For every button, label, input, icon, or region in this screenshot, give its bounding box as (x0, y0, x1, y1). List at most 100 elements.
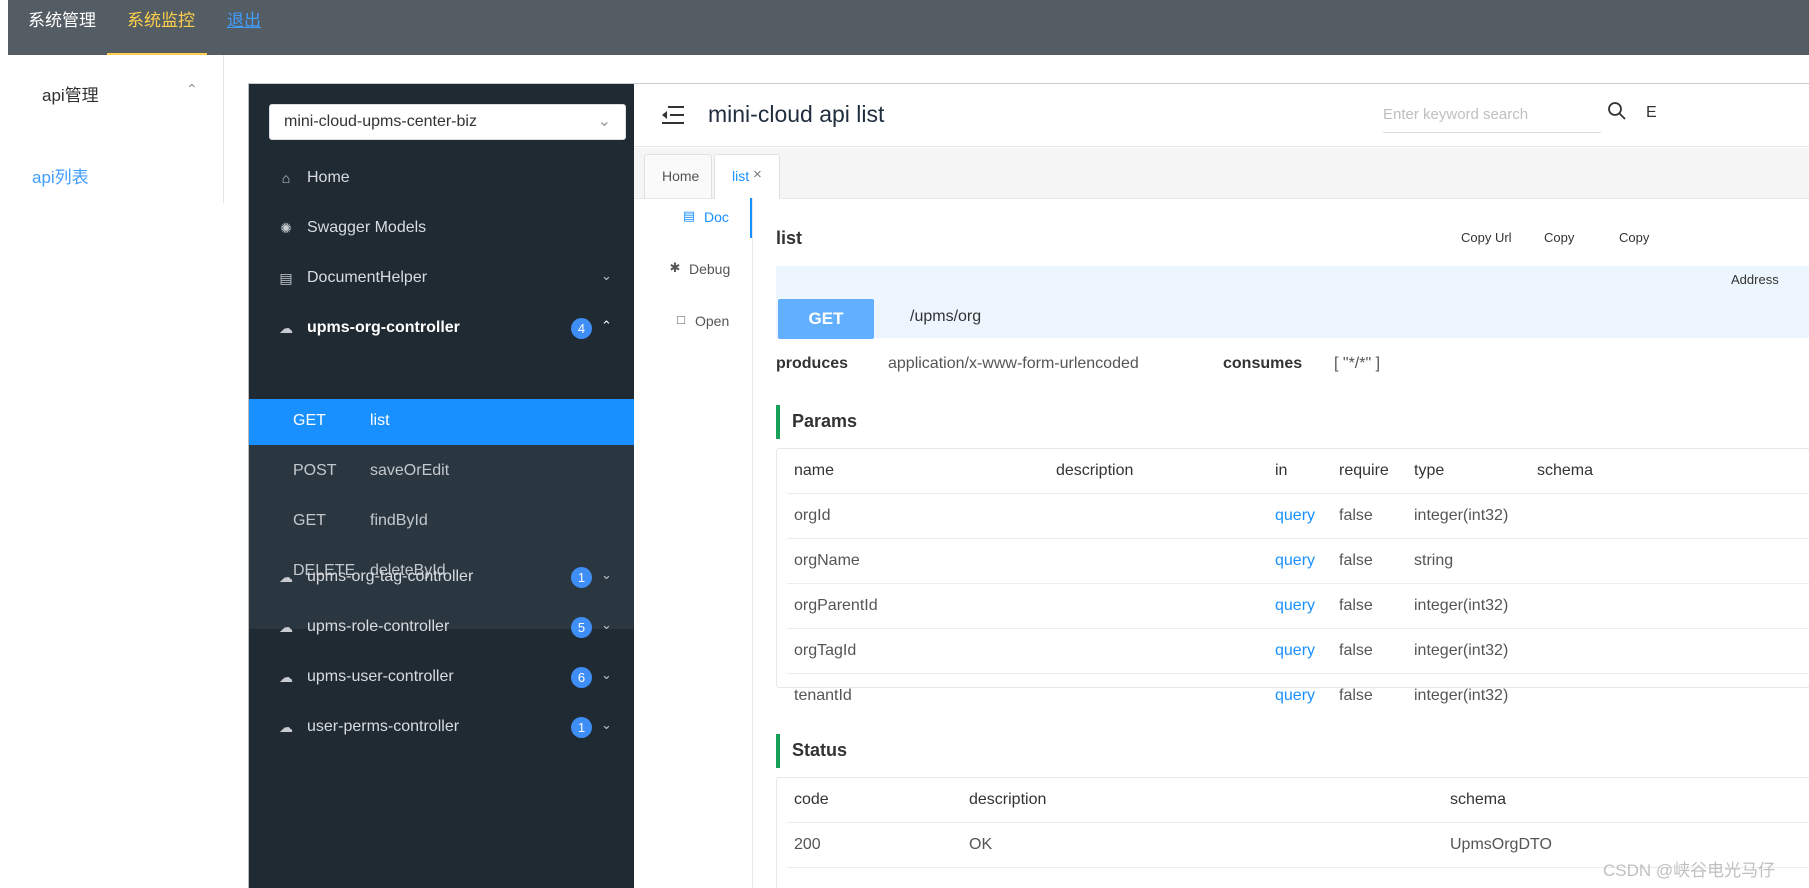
menu-swagger-models[interactable]: ✺ Swagger Models (249, 205, 634, 253)
search-input[interactable]: Enter keyword search (1383, 102, 1601, 133)
chevron-down-icon: ⌄ (597, 113, 611, 130)
group-select-value: mini-cloud-upms-center-biz (284, 113, 477, 130)
api-title: list (776, 228, 803, 248)
chevron-up-icon[interactable]: ⌃ (186, 81, 198, 98)
api-item-post-saveoredit[interactable]: POST saveOrEdit (249, 449, 634, 495)
bug-icon: ✱ (669, 260, 681, 275)
menu-swagger-models-label: Swagger Models (307, 219, 427, 236)
menu-document-helper-label: DocumentHelper (307, 269, 428, 286)
menu-home[interactable]: ⌂ Home (249, 155, 634, 203)
vtab-debug[interactable]: ✱ Debug (634, 250, 752, 290)
api-item-get-list[interactable]: GET list (249, 399, 634, 445)
param-in: query (1275, 552, 1316, 569)
api-sidebar: mini-cloud-upms-center-biz ⌄ ⌂ Home ✺ Sw… (249, 84, 634, 888)
api-method: POST (293, 462, 337, 479)
table-row: orgTagId query false integer(int32) (787, 629, 1809, 674)
search-placeholder: Enter keyword search (1383, 106, 1529, 123)
nav-system-monitor[interactable]: 系统监控 (107, 0, 207, 55)
status-description: OK (969, 836, 993, 853)
copy-button[interactable]: Copy (1544, 230, 1574, 245)
param-name: tenantId (794, 687, 852, 704)
count-badge: 1 (571, 717, 592, 738)
api-doc-frame: mini-cloud-upms-center-biz ⌄ ⌂ Home ✺ Sw… (248, 83, 1809, 888)
cloud-icon: ☁ (279, 669, 293, 685)
count-badge: 4 (571, 318, 592, 339)
sidebar-group-api-management[interactable]: api管理 (42, 81, 99, 106)
menu-user-perms-controller[interactable]: ☁ user-perms-controller 1 ⌄ (249, 704, 634, 752)
vtab-doc[interactable]: ▤ Doc (634, 198, 752, 238)
api-name: saveOrEdit (370, 462, 450, 479)
params-title: Params (792, 411, 858, 431)
produces-label: produces (776, 355, 849, 372)
param-type: integer(int32) (1414, 687, 1509, 704)
param-require: false (1339, 507, 1373, 524)
param-in: query (1275, 597, 1316, 614)
nav-system-management[interactable]: 系统管理 (28, 0, 96, 55)
consumes-label: consumes (1223, 355, 1303, 372)
doc-vertical-tabs: ▤ Doc ✱ Debug □ Open (634, 198, 753, 888)
col-schema: schema (1450, 791, 1507, 808)
copy-url-button[interactable]: Copy Url (1461, 230, 1512, 245)
table-row: orgId query false integer(int32) (787, 494, 1809, 539)
param-name: orgName (794, 552, 860, 569)
header-truncated-label[interactable]: E (1646, 104, 1657, 122)
nav-logout-link[interactable]: 退出 (227, 0, 261, 55)
menu-upms-org-controller[interactable]: ☁ upms-org-controller 4 ⌃ (249, 305, 634, 353)
params-section-title: Params (776, 405, 1809, 439)
models-icon: ✺ (280, 220, 292, 236)
menu-upms-user-controller-label: upms-user-controller (307, 668, 454, 685)
param-type: integer(int32) (1414, 642, 1509, 659)
param-name: orgTagId (794, 642, 857, 659)
col-description: description (969, 791, 1047, 808)
status-schema[interactable]: UpmsOrgDTO (1450, 836, 1552, 854)
api-main-panel: mini-cloud api list Enter keyword search… (634, 84, 1809, 888)
menu-fold-icon[interactable] (662, 106, 684, 124)
param-require: false (1339, 687, 1373, 704)
param-name: orgParentId (794, 597, 878, 614)
menu-upms-org-tag-controller[interactable]: ☁ upms-org-tag-controller 1 ⌄ (249, 554, 634, 602)
group-select[interactable]: mini-cloud-upms-center-biz ⌄ (269, 104, 626, 140)
api-method: GET (293, 512, 326, 529)
page-tabs: Home list × (634, 148, 1809, 199)
chevron-down-icon: ⌄ (601, 717, 612, 732)
status-section-title: Status (776, 734, 1809, 768)
count-badge: 1 (571, 567, 592, 588)
param-require: false (1339, 642, 1373, 659)
param-require: false (1339, 552, 1373, 569)
tab-list[interactable]: list × (714, 154, 780, 199)
cloud-icon: ☁ (279, 320, 293, 336)
page-title: mini-cloud api list (708, 101, 885, 127)
menu-document-helper[interactable]: ▤ DocumentHelper ⌄ (249, 255, 634, 303)
cloud-icon: ☁ (279, 569, 293, 585)
status-title: Status (792, 740, 848, 760)
produces-value: application/x-www-form-urlencoded (888, 355, 1139, 372)
outer-sidebar: api管理 ⌃ api列表 (8, 55, 224, 203)
consumes-value: [ "*/*" ] (1334, 355, 1381, 372)
chevron-down-icon: ⌄ (601, 268, 612, 283)
tab-list-label: list (732, 168, 750, 184)
chevron-down-icon: ⌄ (601, 667, 612, 682)
col-name: name (794, 462, 835, 479)
api-item-get-findbyid[interactable]: GET findById (249, 499, 634, 545)
chevron-down-icon: ⌄ (601, 617, 612, 632)
param-require: false (1339, 597, 1373, 614)
api-name: findById (370, 512, 428, 529)
param-in: query (1275, 687, 1316, 704)
close-icon[interactable]: × (753, 166, 762, 183)
address-label: Address (1731, 272, 1779, 287)
param-type: string (1414, 552, 1454, 569)
doc-icon: ▤ (682, 208, 696, 223)
param-in: query (1275, 507, 1316, 524)
api-name: list (370, 412, 390, 429)
sidebar-item-api-list[interactable]: api列表 (32, 163, 89, 188)
copy-button-2[interactable]: Copy (1619, 230, 1649, 245)
menu-upms-user-controller[interactable]: ☁ upms-user-controller 6 ⌄ (249, 654, 634, 702)
search-icon[interactable] (1606, 100, 1628, 122)
menu-upms-role-controller[interactable]: ☁ upms-role-controller 5 ⌄ (249, 604, 634, 652)
tab-home-label: Home (662, 168, 700, 184)
vtab-open[interactable]: □ Open (634, 302, 752, 342)
api-path: /upms/org (910, 308, 982, 325)
tab-home[interactable]: Home (644, 154, 712, 198)
url-bar: Address GET /upms/org (776, 266, 1809, 339)
table-row: orgParentId query false integer(int32) (787, 584, 1809, 629)
